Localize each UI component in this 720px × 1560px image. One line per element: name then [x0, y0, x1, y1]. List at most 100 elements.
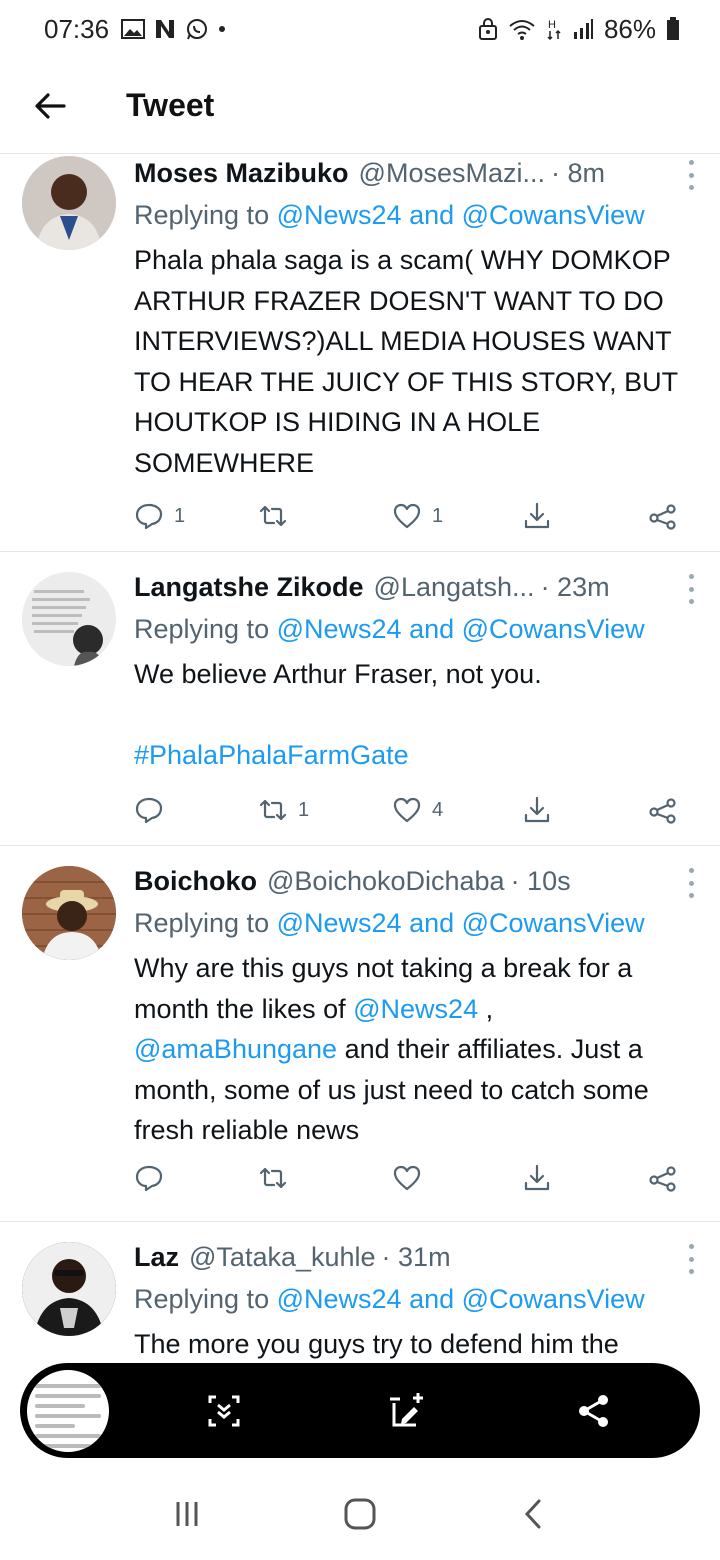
replying-to: Replying to @News24 and @CowansView	[134, 614, 710, 645]
back-icon	[525, 1499, 541, 1529]
replying-to: Replying to @News24 and @CowansView	[134, 908, 710, 939]
replying-to-link[interactable]: @News24 and @CowansView	[277, 200, 645, 230]
share-button[interactable]	[648, 501, 678, 531]
reply-icon	[135, 1165, 163, 1192]
tweet-actions: 1 4	[134, 790, 680, 830]
bookmark-button[interactable]	[522, 795, 552, 825]
like-button[interactable]: 1	[392, 501, 443, 531]
tweet-item[interactable]: Boichoko @BoichokoDichaba · 10s Replying…	[0, 846, 720, 1222]
author-handle[interactable]: @MosesMazi...	[359, 158, 545, 189]
avatar[interactable]	[22, 156, 116, 250]
tweet-header: Langatshe Zikode @Langatsh... · 23m	[134, 572, 698, 603]
reply-button[interactable]	[134, 795, 174, 825]
reply-icon	[135, 797, 163, 824]
tweet-text: The more you guys try to defend him the	[134, 1329, 619, 1359]
lock-icon	[478, 18, 497, 40]
replying-to-link[interactable]: @News24 and @CowansView	[277, 908, 645, 938]
bookmark-button[interactable]	[522, 1163, 552, 1193]
retweet-icon	[259, 799, 287, 821]
replying-prefix: Replying to	[134, 200, 270, 230]
edit-button[interactable]	[380, 1383, 436, 1439]
retweet-count: 1	[298, 798, 310, 821]
system-nav-bar	[0, 1468, 720, 1560]
share-button[interactable]	[648, 795, 678, 825]
replying-prefix: Replying to	[134, 1284, 270, 1314]
heart-icon	[393, 1165, 421, 1191]
more-options-icon[interactable]	[686, 1244, 696, 1274]
reply-button[interactable]	[134, 1163, 174, 1193]
svg-text:H: H	[548, 19, 556, 31]
retweet-icon	[259, 1167, 287, 1189]
recent-apps-icon	[176, 1502, 198, 1526]
h-plus-icon: H	[547, 19, 561, 41]
like-count: 4	[432, 798, 444, 821]
whatsapp-icon	[187, 19, 208, 40]
author-name[interactable]: Moses Mazibuko	[134, 158, 349, 189]
page-title: Tweet	[126, 87, 215, 123]
tweet-text: Phala phala saga is a scam( WHY DOMKOP A…	[134, 245, 678, 478]
share-screenshot-button[interactable]	[566, 1383, 622, 1439]
tweet-text: We believe Arthur Fraser, not you.	[134, 659, 542, 689]
retweet-button[interactable]	[258, 1163, 298, 1193]
share-icon	[649, 798, 676, 824]
more-options-icon[interactable]	[686, 868, 696, 898]
avatar[interactable]	[22, 866, 116, 960]
replying-prefix: Replying to	[134, 614, 270, 644]
like-button[interactable]: 4	[392, 795, 443, 825]
screenshot-toolbar	[20, 1363, 700, 1458]
tweet-header: Laz @Tataka_kuhle · 31m	[134, 1242, 698, 1273]
share-icon	[649, 1166, 676, 1192]
netflix-icon	[156, 20, 175, 38]
dot-icon	[219, 26, 226, 32]
share-icon	[579, 1395, 608, 1427]
mention-link[interactable]: @News24	[353, 994, 478, 1024]
back-button[interactable]	[0, 58, 100, 154]
wifi-icon	[509, 20, 535, 40]
header-bar: Tweet	[0, 58, 720, 154]
replying-prefix: Replying to	[134, 908, 270, 938]
author-name[interactable]: Boichoko	[134, 866, 257, 897]
retweet-button[interactable]	[258, 501, 298, 531]
avatar[interactable]	[22, 1242, 116, 1336]
retweet-icon	[259, 505, 287, 527]
back-nav-button[interactable]	[498, 1479, 568, 1549]
tweet-time: · 10s	[510, 866, 571, 896]
share-button[interactable]	[648, 1163, 678, 1193]
author-handle[interactable]: @Tataka_kuhle	[189, 1242, 376, 1273]
replying-to: Replying to @News24 and @CowansView	[134, 200, 710, 231]
battery-icon	[667, 17, 679, 40]
hashtag-link[interactable]: #PhalaPhalaFarmGate	[134, 735, 698, 776]
scroll-capture-button[interactable]	[196, 1383, 252, 1439]
author-handle[interactable]: @Langatsh...	[374, 572, 535, 603]
reply-count: 1	[174, 504, 186, 527]
author-name[interactable]: Langatshe Zikode	[134, 572, 364, 603]
replying-to-link[interactable]: @News24 and @CowansView	[277, 1284, 645, 1314]
more-options-icon[interactable]	[686, 574, 696, 604]
tweet-header: Moses Mazibuko @MosesMazi... · 8m	[134, 158, 698, 189]
download-icon	[524, 502, 550, 529]
replying-to-link[interactable]: @News24 and @CowansView	[277, 614, 645, 644]
arrow-left-icon	[35, 92, 66, 119]
like-button[interactable]	[392, 1163, 432, 1193]
status-time: 07:36	[44, 13, 110, 44]
tweet-time: · 8m	[551, 158, 605, 188]
tweet-text: Why are this guys not taking a break for…	[134, 948, 698, 1151]
more-options-icon[interactable]	[686, 160, 696, 190]
tweet-item[interactable]: Moses Mazibuko @MosesMazi... · 8m Replyi…	[0, 154, 720, 552]
tweet-item[interactable]: Langatshe Zikode @Langatsh... · 23m Repl…	[0, 552, 720, 846]
tweet-time: · 23m	[540, 572, 610, 602]
recent-apps-button[interactable]	[152, 1479, 222, 1549]
bookmark-button[interactable]	[522, 501, 552, 531]
home-button[interactable]	[325, 1479, 395, 1549]
author-name[interactable]: Laz	[134, 1242, 179, 1273]
avatar[interactable]	[22, 572, 116, 666]
edit-icon	[390, 1393, 423, 1427]
screenshot-thumbnail[interactable]	[24, 1367, 112, 1455]
tweet-actions	[134, 1158, 680, 1198]
mention-link[interactable]: @amaBhungane	[134, 1034, 337, 1064]
reply-button[interactable]: 1	[134, 501, 185, 531]
retweet-button[interactable]: 1	[258, 795, 309, 825]
tweet-time: · 31m	[381, 1242, 451, 1272]
share-icon	[649, 504, 676, 530]
author-handle[interactable]: @BoichokoDichaba	[267, 866, 505, 897]
